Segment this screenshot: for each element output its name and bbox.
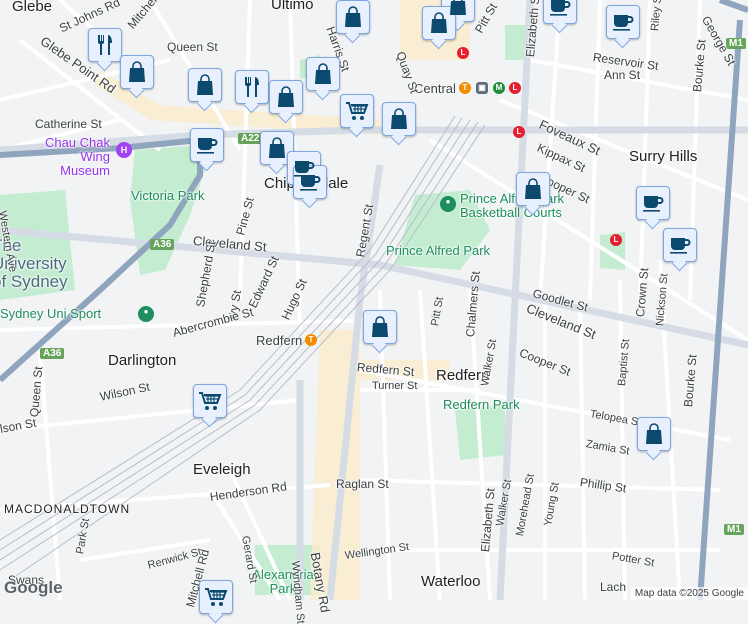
- area-label-darlington: Darlington: [108, 352, 177, 369]
- train-station-icon[interactable]: T: [459, 82, 471, 94]
- street-lach: Lach: [600, 580, 627, 594]
- shopping-cart-icon: [204, 585, 228, 609]
- street-ann-st: Ann St: [604, 68, 641, 82]
- cafe-marker[interactable]: [543, 0, 577, 24]
- shopping-bag-icon: [387, 107, 411, 131]
- coffee-cup-icon: [641, 191, 665, 215]
- shopping-bag-icon: [341, 5, 365, 29]
- shopping-marker[interactable]: [516, 172, 550, 206]
- restaurant-marker[interactable]: [88, 28, 122, 62]
- cafe-marker[interactable]: [636, 186, 670, 220]
- poi-sydney-uni-sport[interactable]: Sydney Uni Sport: [0, 306, 101, 321]
- shopping-bag-icon: [311, 62, 335, 86]
- poi-redfern-park[interactable]: Redfern Park: [443, 397, 520, 412]
- coffee-cup-icon: [298, 170, 322, 194]
- restaurant-icon: [93, 33, 117, 57]
- supermarket-marker[interactable]: [340, 94, 374, 128]
- shopping-marker[interactable]: [382, 102, 416, 136]
- route-shield-a22: A22: [238, 133, 263, 144]
- supermarket-marker[interactable]: [193, 384, 227, 418]
- coffee-cup-icon: [195, 133, 219, 157]
- light-rail-icon[interactable]: L: [610, 234, 622, 246]
- shopping-bag-icon: [521, 177, 545, 201]
- shopping-cart-icon: [198, 389, 222, 413]
- park-pin-icon[interactable]: ●: [440, 196, 456, 212]
- museum-icon[interactable]: H: [116, 142, 132, 158]
- area-label-eveleigh: Eveleigh: [193, 461, 251, 478]
- poi-chau-chak-wing-museum[interactable]: Chau Chak Wing Museum: [40, 136, 110, 178]
- shopping-bag-icon: [125, 60, 149, 84]
- google-logo[interactable]: Google: [4, 578, 63, 598]
- shopping-marker[interactable]: [269, 80, 303, 114]
- train-station-icon[interactable]: T: [305, 334, 317, 346]
- street-catherine-st: Catherine St: [35, 117, 102, 131]
- bus-icon[interactable]: ▣: [476, 82, 488, 94]
- route-shield-m1: M1: [724, 524, 744, 535]
- shopping-marker[interactable]: [188, 68, 222, 102]
- restaurant-marker[interactable]: [235, 70, 269, 104]
- shopping-marker[interactable]: [120, 55, 154, 89]
- light-rail-icon[interactable]: L: [457, 47, 469, 59]
- shopping-marker[interactable]: [422, 6, 456, 40]
- cafe-marker[interactable]: [663, 228, 697, 262]
- poi-victoria-park[interactable]: Victoria Park: [131, 188, 204, 203]
- street-turner-st: Turner St: [372, 380, 418, 392]
- shopping-marker[interactable]: [260, 131, 294, 165]
- shopping-bag-icon: [193, 73, 217, 97]
- shopping-bag-icon: [642, 422, 666, 446]
- area-label-glebe: Glebe: [12, 0, 53, 15]
- supermarket-marker[interactable]: [199, 580, 233, 614]
- coffee-cup-icon: [548, 0, 572, 19]
- shopping-marker[interactable]: [363, 310, 397, 344]
- shopping-bag-icon: [274, 85, 298, 109]
- light-rail-icon[interactable]: L: [509, 82, 521, 94]
- cafe-marker[interactable]: [606, 5, 640, 39]
- metro-station-icon[interactable]: M: [493, 82, 505, 94]
- map-attribution[interactable]: Map data ©2025 Google: [630, 587, 748, 600]
- area-label-waterloo: Waterloo: [421, 573, 481, 590]
- shopping-marker[interactable]: [336, 0, 370, 34]
- cafe-marker[interactable]: [190, 128, 224, 162]
- park-pin-icon[interactable]: ●: [138, 306, 154, 322]
- poi-prince-alfred-park[interactable]: Prince Alfred Park: [386, 243, 490, 258]
- street-queen-st: Queen St: [167, 40, 218, 54]
- area-label-surry-hills: Surry Hills: [629, 148, 698, 165]
- route-shield-a36: A36: [150, 239, 175, 250]
- area-label-ultimo: Ultimo: [271, 0, 314, 13]
- shopping-bag-icon: [427, 11, 451, 35]
- shopping-cart-icon: [345, 99, 369, 123]
- shopping-marker[interactable]: [306, 57, 340, 91]
- cafe-marker[interactable]: [293, 165, 327, 199]
- area-label-macdonaldtown: MACDONALDTOWN: [4, 502, 131, 516]
- coffee-cup-icon: [668, 233, 692, 257]
- shopping-bag-icon: [265, 136, 289, 160]
- station-redfern[interactable]: Redfern: [256, 333, 302, 348]
- shopping-marker[interactable]: [637, 417, 671, 451]
- shopping-bag-icon: [368, 315, 392, 339]
- coffee-cup-icon: [611, 10, 635, 34]
- light-rail-icon[interactable]: L: [513, 126, 525, 138]
- street-raglan-st: Raglan St: [336, 477, 389, 491]
- route-shield-a36: A36: [40, 348, 65, 359]
- restaurant-icon: [240, 75, 264, 99]
